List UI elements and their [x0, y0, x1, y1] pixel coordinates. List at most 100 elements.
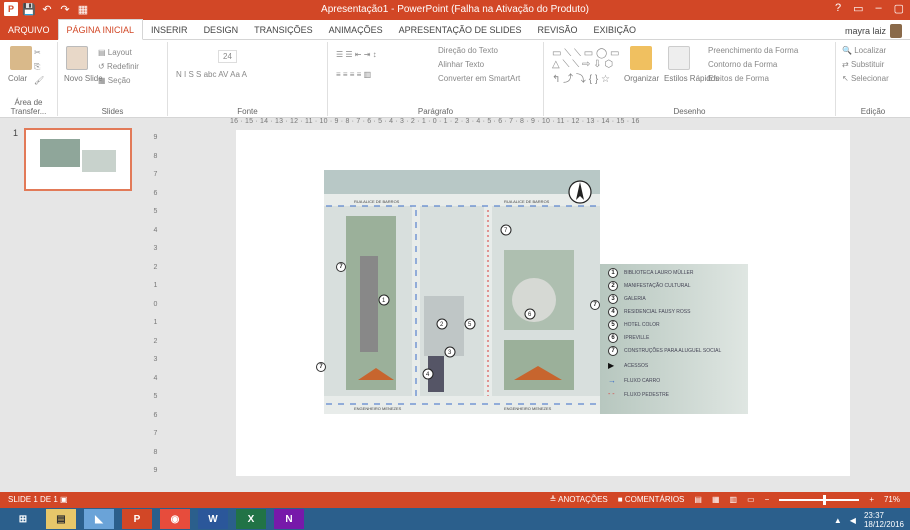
- zoom-out-button[interactable]: −: [765, 495, 770, 504]
- legend-text: CONSTRUÇÕES PARA ALUGUEL SOCIAL: [624, 348, 722, 354]
- vruler-tick: 5: [153, 393, 158, 400]
- reset-button[interactable]: ↺ Redefinir: [98, 62, 139, 71]
- legend-item-access: ▶ ACESSOS: [608, 361, 648, 370]
- clock-date: 18/12/2016: [863, 520, 904, 529]
- zoom-slider[interactable]: [779, 494, 860, 505]
- text-direction-button[interactable]: Direção do Texto: [438, 46, 498, 55]
- tab-pagina-inicial[interactable]: PÁGINA INICIAL: [57, 19, 144, 40]
- minimize-button[interactable]: –: [875, 2, 881, 15]
- map-legend: 1 BIBLIOTECA LAURO MÜLLER 2 MANIFESTAÇÃO C…: [600, 264, 748, 414]
- vertical-ruler: 9 8 7 6 5 4 3 2 1 0 1 2 3 4 5 6 7 8 9: [150, 134, 161, 474]
- align-icons[interactable]: ≡ ≡ ≡ ≡ ▥: [336, 70, 371, 79]
- legend-item-7: 7 CONSTRUÇÕES PARA ALUGUEL SOCIAL: [608, 346, 721, 356]
- slide-canvas[interactable]: RUA ALICE DE BARROS RUA ALICE DE BARROS …: [236, 130, 850, 476]
- start-button[interactable]: ⊞: [8, 509, 38, 529]
- zoom-level[interactable]: 71%: [884, 495, 900, 504]
- slide-counter-text: SLIDE 1 DE 1: [8, 495, 58, 504]
- library-building: [360, 256, 378, 352]
- vruler-tick: 6: [153, 411, 158, 419]
- tab-arquivo[interactable]: ARQUIVO: [0, 19, 58, 40]
- shape-effects-button[interactable]: Efeitos de Forma: [708, 74, 769, 83]
- tab-transicoes[interactable]: TRANSIÇÕES: [246, 20, 321, 40]
- marker-2: 2: [436, 318, 448, 330]
- marker-5: 5: [464, 318, 476, 330]
- ribbon-display-button[interactable]: ▭: [853, 2, 863, 15]
- select-button[interactable]: ↖ Selecionar: [842, 74, 889, 83]
- legend-number: 2: [608, 281, 618, 291]
- format-painter-icon[interactable]: 🖌: [34, 76, 44, 85]
- legend-text: HOTEL COLOR: [624, 322, 660, 328]
- comments-button[interactable]: ■ COMENTÁRIOS: [618, 495, 685, 504]
- slideshow-icon[interactable]: ▭: [747, 495, 755, 504]
- tab-design[interactable]: DESIGN: [196, 20, 247, 40]
- tab-exibicao[interactable]: EXIBIÇÃO: [586, 20, 645, 40]
- network-icon[interactable]: ▲: [834, 516, 842, 525]
- shape-fill-button[interactable]: Preenchimento da Forma: [708, 46, 798, 55]
- file-explorer-icon[interactable]: ▤: [46, 509, 76, 529]
- onenote-icon[interactable]: N: [274, 509, 304, 529]
- clock[interactable]: 23:37 18/12/2016: [864, 511, 904, 529]
- reading-view-icon[interactable]: ▥: [730, 495, 738, 504]
- shapes-gallery[interactable]: ▭ ⟍ ⟍ ▭ ◯ ▭ △ ⟍ ⟍ ⇨ ⇩ ⬡ ↰ ⤴ ⤵ { } ☆: [552, 48, 619, 85]
- bullets-icon[interactable]: ☰ ☰ ⇤ ⇥ ↕: [336, 50, 377, 59]
- legend-text: IPREVILLE: [624, 335, 650, 341]
- paste-button[interactable]: Colar: [8, 74, 27, 83]
- chrome-icon[interactable]: ◉: [160, 509, 190, 529]
- align-text-button[interactable]: Alinhar Texto: [438, 60, 484, 69]
- layout-button[interactable]: ▤ Layout: [98, 48, 132, 57]
- legend-text: ACESSOS: [624, 362, 649, 369]
- powerpoint-icon[interactable]: P: [122, 509, 152, 529]
- spellcheck-icon[interactable]: ▣: [60, 495, 68, 504]
- vruler-tick: 8: [153, 152, 158, 160]
- slide-sorter-icon[interactable]: ▦: [712, 495, 720, 504]
- arrange-button[interactable]: Organizar: [624, 74, 659, 83]
- find-button[interactable]: 🔍 Localizar: [842, 46, 886, 55]
- shape-outline-button[interactable]: Contorno da Forma: [708, 60, 777, 69]
- replace-label: Substituir: [850, 60, 885, 69]
- vruler-tick: 9: [153, 467, 158, 474]
- smartart-button[interactable]: Converter em SmartArt: [438, 74, 520, 83]
- horizontal-ruler: 16 · 15 · 14 · 13 · 12 · 11 · 10 · 9 · 8…: [230, 118, 640, 125]
- cut-icon[interactable]: ✂: [34, 48, 41, 57]
- legend-item-3: 3 GALERIA: [608, 294, 646, 304]
- zoom-in-button[interactable]: +: [869, 495, 874, 504]
- legend-item-2: 2 MANIFESTAÇÃO CULTURAL: [608, 281, 691, 291]
- font-format-buttons[interactable]: N I S S abc AV Aa A: [176, 70, 247, 79]
- word-icon[interactable]: W: [198, 509, 228, 529]
- app-icon[interactable]: ◣: [84, 509, 114, 529]
- find-label: Localizar: [854, 46, 887, 55]
- tab-animacoes[interactable]: ANIMAÇÕES: [321, 20, 391, 40]
- help-button[interactable]: ?: [835, 2, 841, 15]
- site-plan-image[interactable]: RUA ALICE DE BARROS RUA ALICE DE BARROS …: [324, 170, 600, 414]
- paste-icon[interactable]: [10, 46, 32, 70]
- quick-styles-icon[interactable]: [668, 46, 690, 70]
- font-size-select[interactable]: 24: [218, 50, 237, 63]
- volume-icon[interactable]: ◀: [850, 516, 856, 525]
- maximize-button[interactable]: ▢: [894, 2, 904, 15]
- arrange-icon[interactable]: [630, 46, 652, 70]
- replace-button[interactable]: ⇄ Substituir: [842, 60, 884, 69]
- normal-view-icon[interactable]: ▤: [694, 495, 702, 504]
- zoom-slider-thumb[interactable]: [823, 494, 827, 505]
- marker-7-bottom: 7: [316, 362, 326, 372]
- legend-number: 6: [608, 333, 618, 343]
- right-lower-park: [504, 340, 574, 390]
- section-label: Seção: [107, 76, 131, 85]
- legend-number: 7: [608, 346, 618, 356]
- tab-apresentacao[interactable]: APRESENTAÇÃO DE SLIDES: [391, 20, 530, 40]
- tab-inserir[interactable]: INSERIR: [143, 20, 196, 40]
- new-slide-icon[interactable]: [66, 46, 88, 70]
- tab-revisao[interactable]: REVISÃO: [529, 20, 585, 40]
- excel-icon[interactable]: X: [236, 509, 266, 529]
- notes-button[interactable]: ≜ ANOTAÇÕES: [550, 495, 608, 504]
- user-account[interactable]: mayra laiz: [845, 24, 902, 38]
- legend-item-6: 6 IPREVILLE: [608, 333, 649, 343]
- vruler-tick: 4: [153, 374, 158, 382]
- slide-thumbnail[interactable]: [24, 128, 132, 191]
- vruler-tick: 3: [153, 356, 158, 363]
- marker-4: 4: [422, 368, 434, 380]
- copy-icon[interactable]: ⎘: [34, 62, 40, 72]
- legend-text: MANIFESTAÇÃO CULTURAL: [624, 283, 691, 289]
- new-slide-button[interactable]: Novo Slide: [64, 74, 103, 83]
- section-button[interactable]: ▦ Seção: [98, 76, 130, 85]
